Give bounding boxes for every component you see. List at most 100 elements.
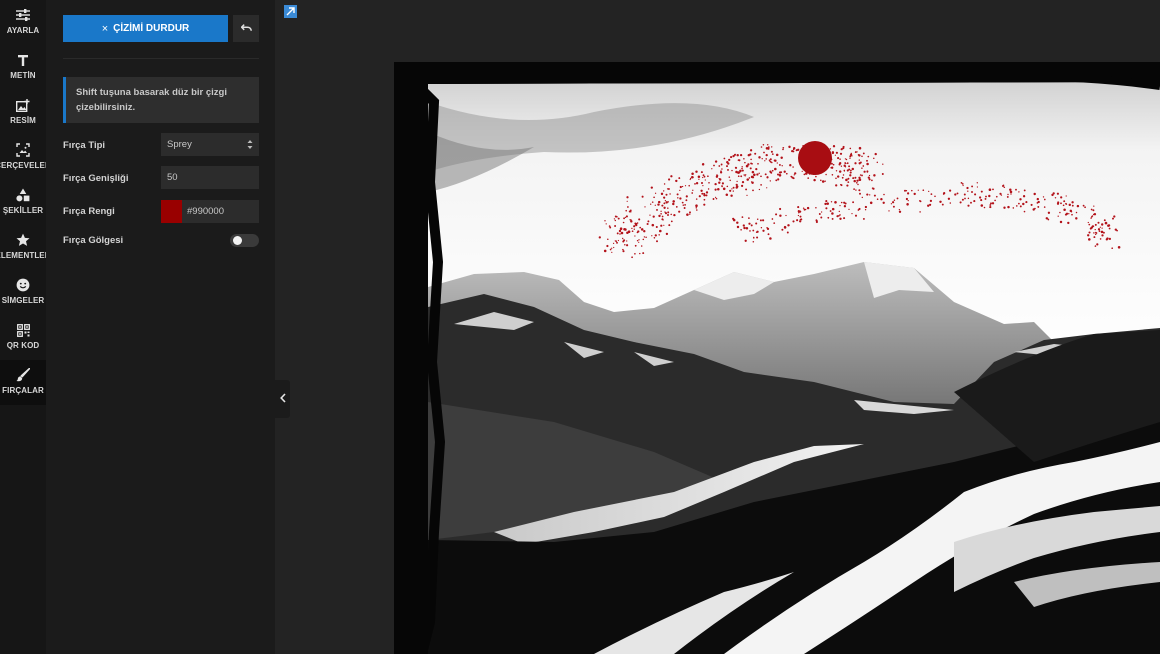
spray-dot (658, 214, 661, 218)
drawing-canvas[interactable] (394, 62, 1160, 654)
spray-dot (873, 174, 876, 177)
spray-dot (1030, 203, 1033, 206)
spray-dot (729, 189, 732, 192)
spray-dot (767, 147, 770, 150)
spray-dot (832, 145, 836, 148)
stop-drawing-button[interactable]: × ÇİZİMİ DURDUR (63, 15, 228, 42)
spray-dot (748, 222, 751, 225)
rail-item-adjust[interactable]: AYARLA (0, 0, 46, 45)
rail-item-shapes[interactable]: ŞEKİLLER (0, 180, 46, 225)
spray-dot (769, 180, 771, 182)
spray-dot (939, 200, 942, 204)
rail-item-frames[interactable]: ÇERÇEVELER (0, 135, 51, 180)
rail-item-icons[interactable]: SİMGELER (0, 270, 46, 315)
spray-dot (815, 175, 817, 178)
spray-dot (737, 175, 740, 178)
collapse-panel-button[interactable] (275, 380, 290, 418)
rail-item-label: METİN (10, 71, 36, 80)
spray-dot (1075, 217, 1078, 220)
spray-dot (844, 162, 847, 164)
spray-dot (1018, 191, 1020, 193)
resize-corner-icon[interactable] (284, 5, 297, 18)
spray-dot (840, 165, 843, 167)
rail-item-label: RESİM (10, 116, 36, 125)
undo-button[interactable] (233, 15, 259, 42)
spray-dot (861, 167, 863, 169)
spray-dot (725, 193, 729, 196)
spray-dot (947, 197, 951, 200)
spray-dot (614, 219, 617, 222)
rail-item-label: SİMGELER (1, 296, 45, 305)
spray-dot (684, 204, 686, 206)
spray-dot (829, 210, 832, 212)
spray-dot (620, 231, 624, 235)
spray-dot (767, 233, 770, 236)
spray-dot (1094, 233, 1097, 236)
spray-dot (1104, 221, 1108, 225)
spray-dot (756, 173, 759, 176)
spray-dot (906, 192, 910, 195)
spray-dot (695, 207, 698, 209)
spray-dot (832, 163, 835, 166)
spray-dot (780, 171, 783, 174)
spray-dot (853, 188, 855, 190)
brush-color-input[interactable]: #990000 (161, 200, 259, 223)
rail-item-image[interactable]: RESİM (0, 90, 46, 135)
spray-dot (1112, 217, 1114, 220)
spray-dot (831, 174, 834, 176)
spray-dot (666, 188, 669, 190)
spray-dot (866, 170, 869, 173)
spray-dot (782, 146, 785, 149)
spray-dot (623, 228, 626, 231)
rail-item-text[interactable]: METİN (0, 45, 46, 90)
spray-dot (685, 199, 688, 202)
spray-dot (609, 248, 612, 251)
spray-dot (1092, 209, 1095, 212)
spray-dot (840, 201, 843, 204)
spray-dot (1043, 198, 1046, 201)
brush-width-input[interactable]: 50 (161, 166, 259, 189)
brush-shadow-toggle[interactable] (230, 234, 259, 247)
spray-dot (660, 224, 663, 227)
spray-dot (818, 213, 821, 215)
spray-dot (1060, 196, 1063, 199)
spray-dot (839, 158, 841, 160)
spray-dot (672, 200, 675, 203)
spray-dot (821, 180, 825, 183)
spray-dot (876, 198, 879, 200)
spray-dot (720, 163, 723, 166)
spray-dot (625, 209, 627, 212)
spray-dot (678, 177, 681, 180)
spray-dot (759, 219, 762, 222)
brush-type-select[interactable]: Sprey (161, 133, 259, 156)
spray-dot (626, 240, 628, 242)
spray-dot (795, 149, 798, 152)
spray-dot (858, 178, 862, 181)
spray-dot (1015, 188, 1017, 191)
spray-dot (792, 150, 795, 153)
spray-dot (695, 204, 698, 207)
color-swatch[interactable] (161, 200, 182, 223)
spray-dot (1098, 230, 1101, 232)
spray-dot (1045, 217, 1049, 220)
spray-dot (750, 158, 752, 161)
spray-dot (670, 175, 673, 178)
spray-dot (736, 153, 739, 157)
spray-dot (835, 170, 838, 172)
spray-dot (843, 169, 846, 172)
spray-dot (798, 212, 800, 214)
spray-dot (657, 200, 661, 204)
rail-item-qr[interactable]: QR KOD (0, 315, 46, 360)
spray-dot (689, 178, 691, 181)
spray-dot (1088, 231, 1091, 234)
spray-dot (1056, 192, 1059, 195)
spray-dot (846, 184, 849, 187)
spray-dot (783, 226, 787, 229)
rail-item-elements[interactable]: ELEMENTLER (0, 225, 51, 270)
spray-dot (731, 188, 733, 190)
spray-dot (824, 180, 826, 182)
rail-item-brushes[interactable]: FIRÇALAR (0, 360, 46, 405)
spray-dot (864, 205, 868, 209)
spray-dot (650, 186, 653, 189)
star-icon (15, 232, 31, 248)
